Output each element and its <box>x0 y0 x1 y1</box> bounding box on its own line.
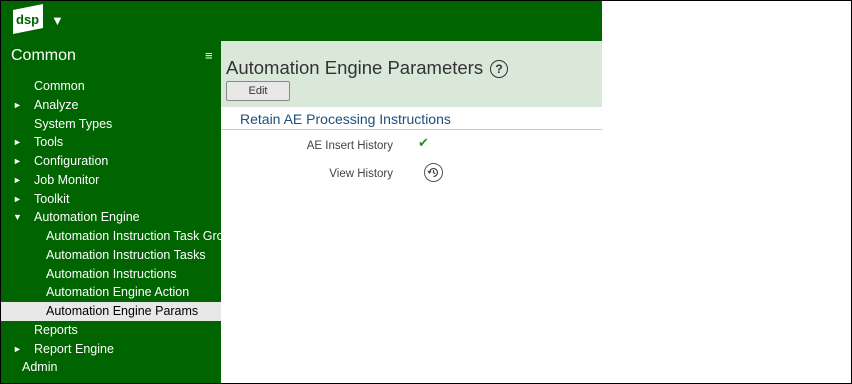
sidebar-item-automation-instructions[interactable]: Automation Instructions <box>1 265 221 284</box>
sidebar-item-label: Reports <box>34 322 78 337</box>
sidebar-item-system-types[interactable]: System Types <box>1 115 221 134</box>
sidebar-item-report-engine[interactable]: ► Report Engine <box>1 340 221 359</box>
section-title: Retain AE Processing Instructions <box>240 111 451 127</box>
view-history-label: View History <box>329 168 393 180</box>
sidebar-item-label: Automation Instruction Tasks <box>46 247 206 262</box>
sidebar-item-label: Automation Engine <box>34 210 140 225</box>
ae-insert-history-label: AE Insert History <box>306 140 393 152</box>
sidebar-item-label: Job Monitor <box>34 172 100 187</box>
sidebar-item-tools[interactable]: ► Tools <box>1 133 221 152</box>
collapsed-arrow-icon[interactable]: ► <box>13 133 22 152</box>
edit-button[interactable]: Edit <box>226 81 290 101</box>
sidebar-item-automation-engine-params[interactable]: Automation Engine Params <box>1 302 221 321</box>
top-bar: dsp ▼ <box>1 1 602 41</box>
sidebar-item-job-monitor[interactable]: ► Job Monitor <box>1 171 221 190</box>
collapsed-arrow-icon[interactable]: ► <box>13 96 22 115</box>
sidebar-item-label: System Types <box>34 116 113 131</box>
sidebar-item-label: Tools <box>34 135 64 150</box>
sidebar-item-label: Automation Instructions <box>46 266 177 281</box>
collapsed-arrow-icon[interactable]: ► <box>13 171 22 190</box>
sidebar-item-label: Admin <box>22 360 58 375</box>
page-title: Automation Engine Parameters <box>226 57 484 78</box>
sidebar-item-label: Report Engine <box>34 341 114 356</box>
expanded-arrow-icon[interactable]: ▼ <box>13 208 22 227</box>
sidebar-item-automation-engine-action[interactable]: Automation Engine Action <box>1 283 221 302</box>
collapsed-arrow-icon[interactable]: ► <box>13 340 22 359</box>
sidebar: Common ≡ Common ► Analyze System Types ► Tool… <box>1 41 221 383</box>
sidebar-item-reports[interactable]: Reports <box>1 321 221 340</box>
section-divider <box>221 129 602 130</box>
sidebar-item-configuration[interactable]: ► Configuration <box>1 152 221 171</box>
dsp-logo[interactable]: dsp <box>11 4 45 36</box>
app-window: dsp ▼ Common ≡ Common ► Analyze System Type… <box>0 0 852 384</box>
sidebar-item-label: Automation Engine Params <box>46 304 199 318</box>
app-menu-caret-icon[interactable]: ▼ <box>51 13 64 28</box>
sidebar-item-automation-instruction-tasks[interactable]: Automation Instruction Tasks <box>1 246 221 265</box>
sidebar-item-automation-engine[interactable]: ▼ Automation Engine <box>1 208 221 227</box>
sidebar-item-automation-instruction-task-grou[interactable]: Automation Instruction Task Grou <box>1 227 221 246</box>
sidebar-item-label: Automation Instruction Task Grou <box>46 229 221 243</box>
sidebar-title: Common <box>11 47 76 64</box>
page-header: Automation Engine Parameters ? Edit <box>221 41 602 107</box>
sidebar-item-label: Common <box>34 79 85 93</box>
sidebar-item-label: Automation Engine Action <box>46 285 190 300</box>
help-icon[interactable]: ? <box>490 60 508 78</box>
history-icon[interactable] <box>424 163 443 182</box>
collapsed-arrow-icon[interactable]: ► <box>13 152 22 171</box>
empty-area <box>602 1 851 383</box>
sidebar-item-label: Analyze <box>34 97 79 112</box>
sidebar-item-label: Configuration <box>34 154 109 168</box>
sidebar-item-label: Toolkit <box>34 191 70 206</box>
collapsed-arrow-icon[interactable]: ► <box>13 190 22 209</box>
hamburger-menu-icon[interactable]: ≡ <box>205 48 213 63</box>
sidebar-item-analyze[interactable]: ► Analyze <box>1 96 221 115</box>
sidebar-item-admin[interactable]: Admin <box>1 358 221 377</box>
logo-text: dsp <box>16 12 39 27</box>
checkmark-icon: ✔ <box>418 135 429 150</box>
sidebar-item-toolkit[interactable]: ► Toolkit <box>1 190 221 209</box>
sidebar-item-common[interactable]: Common <box>1 77 221 96</box>
